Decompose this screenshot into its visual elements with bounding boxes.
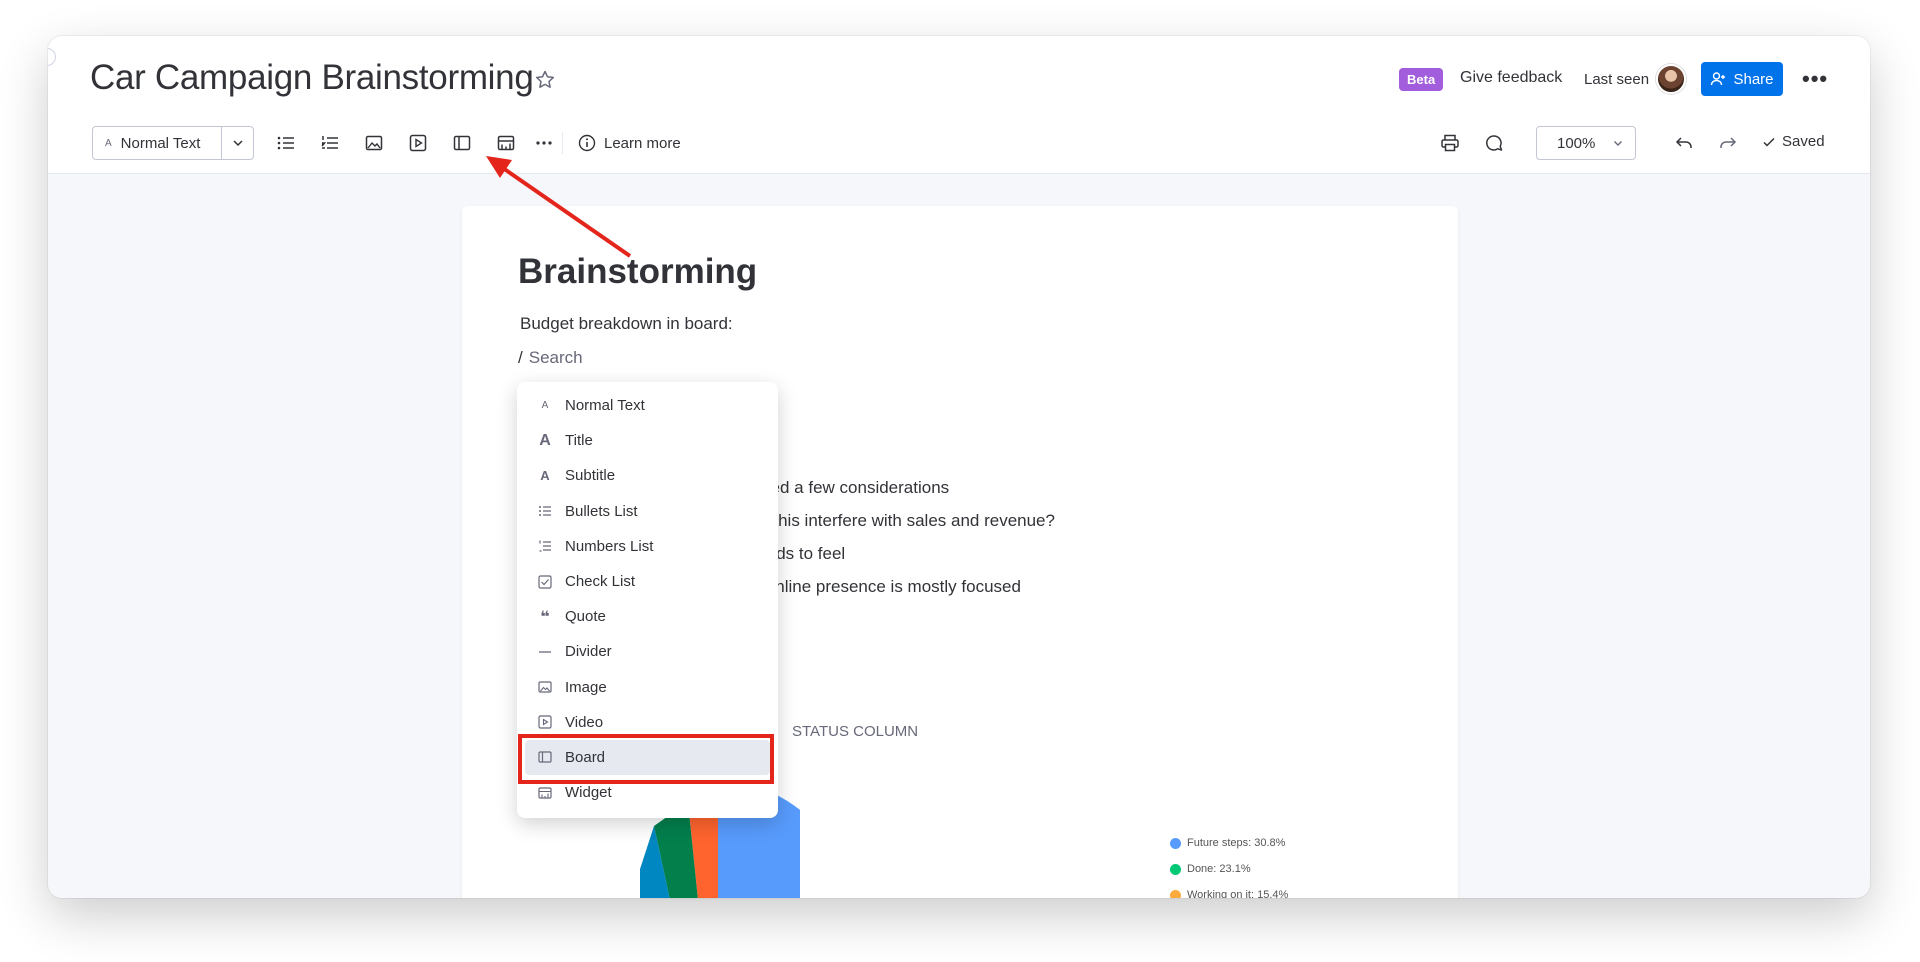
- title-icon: A: [539, 431, 551, 449]
- menu-item-title[interactable]: A Title: [517, 423, 778, 458]
- menu-item-divider[interactable]: Divider: [517, 634, 778, 669]
- beta-badge: Beta: [1399, 68, 1444, 91]
- menu-item-label: Subtitle: [565, 467, 616, 485]
- legend-label: Future steps: 30.8%: [1187, 837, 1286, 849]
- last-seen-label[interactable]: Last seen: [1584, 71, 1649, 88]
- widget-icon: [537, 785, 553, 801]
- menu-item-numbers-list[interactable]: Numbers List: [517, 529, 778, 564]
- learn-more-link[interactable]: Learn more: [578, 131, 681, 155]
- image-icon[interactable]: [362, 131, 386, 155]
- more-tools-icon[interactable]: [532, 131, 556, 155]
- menu-item-label: Bullets List: [565, 502, 638, 520]
- video-icon[interactable]: [406, 131, 430, 155]
- menu-item-label: Video: [565, 713, 604, 731]
- slash-command-input[interactable]: / Search: [518, 348, 583, 368]
- text-style-value: Normal Text: [120, 134, 201, 152]
- legend-label: Working on it: 15.4%: [1187, 889, 1289, 898]
- chart-title: STATUS COLUMN: [792, 723, 919, 740]
- chevron-down-icon[interactable]: [221, 127, 253, 159]
- legend-item: Working on it: 15.4%: [1170, 882, 1288, 898]
- divider-icon: [537, 644, 553, 660]
- legend-item: Future steps: 30.8%: [1170, 830, 1288, 856]
- subtitle-icon: A: [540, 468, 550, 484]
- zoom-select[interactable]: 100%: [1536, 126, 1636, 160]
- menu-item-normal-text[interactable]: A Normal Text: [517, 388, 778, 423]
- avatar[interactable]: [1656, 64, 1686, 94]
- star-icon[interactable]: [533, 68, 557, 92]
- chart-legend: Future steps: 30.8% Done: 23.1% Working …: [1170, 830, 1288, 898]
- image-icon: [537, 679, 553, 695]
- menu-item-label: Normal Text: [565, 397, 645, 415]
- share-button[interactable]: Share: [1701, 62, 1783, 96]
- slash-char: /: [518, 348, 523, 367]
- budget-line[interactable]: Budget breakdown in board:: [520, 314, 733, 334]
- doc-title: Car Campaign Brainstorming: [90, 58, 534, 97]
- menu-item-label: Divider: [565, 643, 612, 661]
- more-options-icon[interactable]: •••: [1802, 66, 1828, 92]
- menu-item-label: Image: [565, 678, 607, 696]
- legend-item: Done: 23.1%: [1170, 856, 1288, 882]
- toolbar-divider: [562, 132, 563, 154]
- legend-dot: [1170, 863, 1181, 875]
- check-list-icon: [537, 574, 553, 590]
- search-placeholder: Search: [528, 348, 583, 367]
- legend-dot: [1170, 837, 1181, 849]
- app-window: Car Campaign Brainstorming Beta Give fee…: [48, 36, 1870, 898]
- menu-item-bullets-list[interactable]: Bullets List: [517, 494, 778, 529]
- legend-dot: [1170, 889, 1181, 898]
- numbers-list-icon[interactable]: [318, 131, 342, 155]
- info-icon: [578, 134, 596, 152]
- doc-heading[interactable]: Brainstorming: [518, 252, 757, 292]
- undo-icon[interactable]: [1672, 131, 1696, 155]
- annotation-highlight-box: [518, 734, 774, 784]
- menu-item-quote[interactable]: ❝ Quote: [517, 599, 778, 634]
- bullets-list-icon: [537, 503, 553, 519]
- bullets-list-icon[interactable]: [274, 131, 298, 155]
- comment-icon[interactable]: [1482, 131, 1506, 155]
- normal-text-icon: A: [541, 400, 549, 412]
- saved-label: Saved: [1782, 133, 1825, 150]
- give-feedback-link[interactable]: Give feedback: [1460, 69, 1562, 87]
- chevron-down-icon: [1614, 141, 1622, 146]
- legend-label: Done: 23.1%: [1187, 863, 1251, 875]
- text-style-select[interactable]: A Normal Text: [92, 126, 254, 160]
- print-icon[interactable]: [1438, 131, 1462, 155]
- menu-item-label: Quote: [565, 608, 606, 626]
- menu-item-subtitle[interactable]: A Subtitle: [517, 458, 778, 493]
- learn-more-label: Learn more: [604, 134, 681, 152]
- numbers-list-icon: [537, 538, 553, 554]
- check-icon: [1763, 137, 1775, 147]
- menu-item-label: Widget: [565, 784, 612, 802]
- menu-item-label: Title: [565, 432, 593, 450]
- menu-item-check-list[interactable]: Check List: [517, 564, 778, 599]
- document-canvas: Brainstorming Budget breakdown in board:…: [48, 174, 1870, 898]
- editor-toolbar: A Normal Text Learn more 100% Saved: [48, 126, 1870, 174]
- window-control[interactable]: [48, 48, 56, 66]
- menu-item-label: Check List: [565, 573, 636, 591]
- share-label: Share: [1733, 70, 1774, 88]
- board-icon[interactable]: [450, 131, 474, 155]
- text-style-icon: A: [105, 137, 112, 149]
- video-icon: [537, 714, 553, 730]
- widget-icon[interactable]: [494, 131, 518, 155]
- quote-icon: ❝: [540, 608, 550, 626]
- zoom-value: 100%: [1557, 134, 1596, 152]
- add-user-icon: [1711, 72, 1726, 86]
- menu-item-image[interactable]: Image: [517, 670, 778, 705]
- saved-status: Saved: [1762, 133, 1825, 150]
- redo-icon[interactable]: [1716, 131, 1740, 155]
- menu-item-label: Numbers List: [565, 537, 654, 555]
